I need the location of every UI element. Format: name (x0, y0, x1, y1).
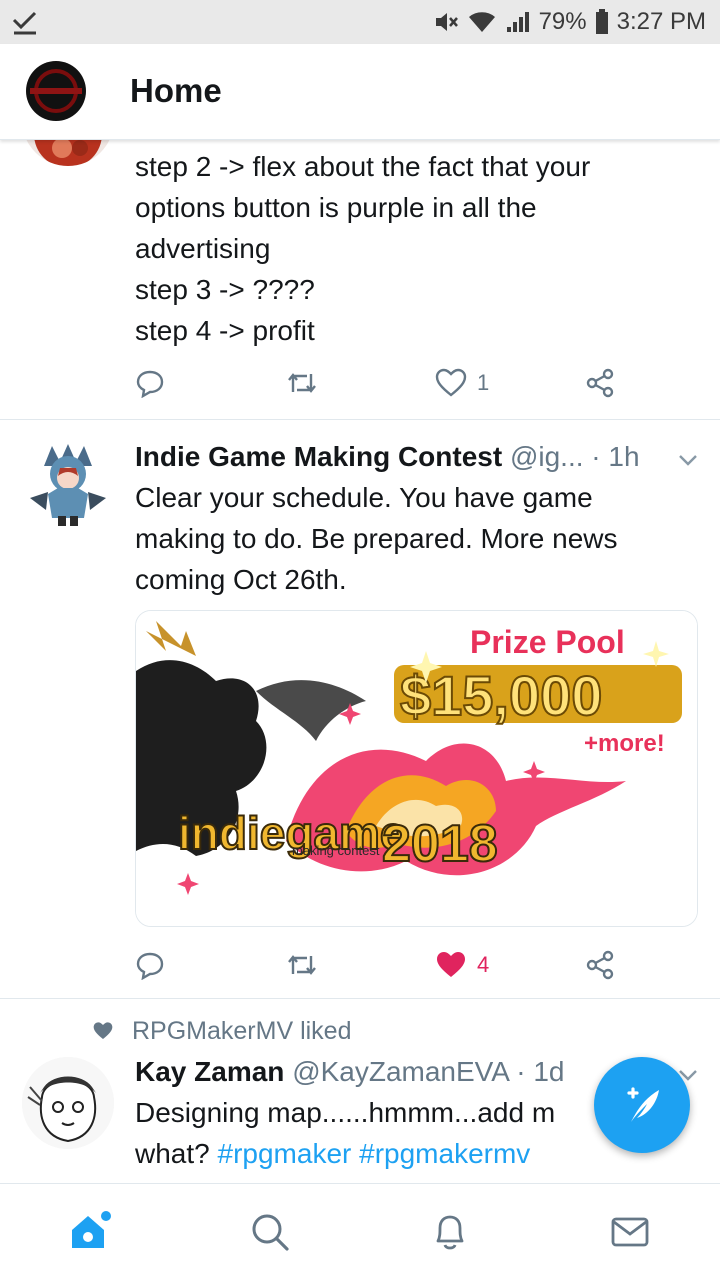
avatar-illustration (22, 438, 114, 530)
timeline-feed[interactable]: step 2 -> flex about the fact that your … (0, 140, 720, 1183)
signal-icon (506, 12, 529, 32)
reply-icon (136, 370, 164, 398)
mute-icon (435, 13, 458, 31)
home-icon (72, 1211, 111, 1248)
share-button[interactable] (585, 363, 615, 403)
author-name[interactable]: Indie Game Making Contest (135, 441, 502, 472)
search-icon (252, 1214, 289, 1251)
battery-percent: 79% (538, 8, 587, 35)
tweet-text-plain: what? (135, 1138, 218, 1169)
hashtag-link[interactable]: #rpgmaker (218, 1138, 352, 1169)
check-download-icon (12, 11, 37, 35)
tweet-1[interactable]: step 2 -> flex about the fact that your … (0, 140, 720, 420)
tweet-time[interactable]: 1d (533, 1056, 564, 1087)
tweet-media-image[interactable]: indiegame making contest 2018 Prize Pool… (135, 610, 698, 927)
heart-icon (435, 368, 467, 397)
avatar-illustration (34, 140, 102, 166)
tweet-line: step 4 -> profit (135, 315, 315, 346)
like-button[interactable]: 4 (435, 945, 489, 985)
logo-sub-text: making contest (292, 843, 380, 858)
like-button[interactable]: 1 (435, 363, 489, 403)
tweet-author-avatar[interactable] (22, 438, 114, 530)
heart-icon (93, 1022, 113, 1039)
tweet-line: step 2 -> flex about the fact that your (135, 151, 591, 182)
reply-icon (136, 952, 164, 980)
like-count: 4 (477, 952, 490, 977)
tweet-line: advertising (135, 233, 271, 264)
messages-icon (611, 1217, 649, 1247)
bottom-navigation (0, 1183, 720, 1280)
share-icon (586, 950, 614, 980)
page-title: Home (130, 72, 222, 109)
tweet-line: options button is purple in all the (135, 192, 537, 223)
tweet-line: step 3 -> ???? (135, 274, 315, 305)
tweet-line: making to do. Be prepared. More news (135, 523, 618, 554)
profile-avatar[interactable] (26, 61, 86, 121)
avatar-logo-bar (30, 88, 82, 94)
tweet-time[interactable]: 1h (608, 441, 639, 472)
tweet-author-avatar[interactable] (22, 1057, 114, 1149)
wifi-icon (468, 12, 495, 32)
meta-separator: · (516, 1056, 526, 1087)
author-handle[interactable]: @KayZamanEVA (292, 1056, 508, 1087)
tweet-text: step 2 -> flex about the fact that your … (135, 146, 700, 351)
compose-icon (627, 1087, 659, 1122)
reply-button[interactable] (135, 945, 165, 985)
tweet-actions: 1 (135, 363, 635, 403)
battery-icon (595, 9, 608, 34)
social-context: RPGMakerMV liked (92, 1013, 352, 1049)
retweet-button[interactable] (285, 945, 319, 985)
avatar-illustration (22, 1057, 114, 1149)
tweet-header: Kay Zaman @KayZamanEVA · 1d (135, 1051, 660, 1092)
tweet-author-avatar[interactable] (22, 140, 114, 166)
nav-notifications[interactable] (420, 1202, 480, 1262)
tweet-text: Clear your schedule. You have game makin… (135, 477, 700, 600)
tweet-2[interactable]: Indie Game Making Contest @ig... · 1h Cl… (0, 420, 720, 999)
heart-icon (437, 952, 465, 977)
tweet-line: coming Oct 26th. (135, 564, 347, 595)
nav-home[interactable] (60, 1202, 120, 1262)
author-name[interactable]: Kay Zaman (135, 1056, 284, 1087)
logo-year-text: 2018 (382, 815, 498, 873)
notifications-icon (436, 1215, 464, 1250)
prize-more: +more! (584, 730, 665, 757)
status-right: 79% 3:27 PM (433, 6, 706, 38)
share-button[interactable] (585, 945, 615, 985)
compose-tweet-button[interactable] (594, 1057, 690, 1153)
prize-amount: $15,000 (400, 664, 602, 727)
retweet-button[interactable] (285, 363, 319, 403)
contest-banner-illustration: indiegame making contest 2018 Prize Pool… (136, 611, 697, 926)
reply-button[interactable] (135, 363, 165, 403)
app-bar: Home (0, 44, 720, 140)
tweet-line: Clear your schedule. You have game (135, 482, 593, 513)
clock: 3:27 PM (616, 8, 706, 35)
share-icon (586, 368, 614, 398)
status-bar: 79% 3:27 PM (0, 0, 720, 44)
hashtag-link[interactable]: #rpgmakermv (359, 1138, 530, 1169)
like-count: 1 (477, 370, 490, 395)
prize-title: Prize Pool (470, 624, 625, 660)
tweet-header: Indie Game Making Contest @ig... · 1h (135, 436, 660, 477)
author-handle[interactable]: @ig... (510, 441, 584, 472)
nav-search[interactable] (240, 1202, 300, 1262)
caret-down-icon[interactable] (676, 448, 700, 472)
nav-messages[interactable] (600, 1202, 660, 1262)
retweet-icon (288, 955, 316, 975)
tweet-actions: 4 (135, 945, 635, 985)
liked-by-label[interactable]: RPGMakerMV liked (132, 1017, 352, 1046)
meta-separator: · (591, 441, 601, 472)
retweet-icon (288, 373, 316, 393)
